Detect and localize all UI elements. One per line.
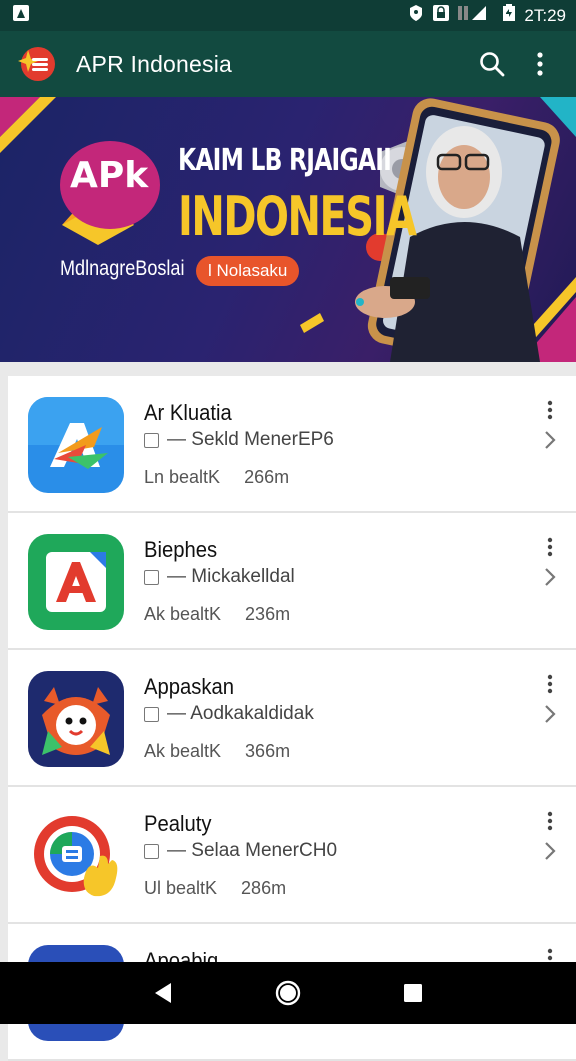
system-nav-bar (0, 962, 576, 1024)
home-circle-icon[interactable] (268, 973, 308, 1013)
status-bar: 2T:29 (0, 0, 576, 31)
fox-face-app-icon (28, 671, 124, 767)
app-list: Ar Kluatia — Sekld MenerEP6 Ln bealtK 266… (8, 376, 576, 1061)
more-vert-icon[interactable] (538, 398, 562, 422)
chevron-right-icon[interactable] (538, 428, 562, 452)
item-meta-label: Ul bealtK (144, 878, 217, 898)
app-store-a-icon (28, 397, 124, 493)
item-name: Ar Kluatia (144, 400, 232, 426)
item-subtitle-text: — Sekld MenerEP6 (167, 429, 334, 451)
list-item[interactable]: Biephes — Mickakelldal Ak bealtK 236m (8, 513, 576, 650)
item-size: 286m (241, 878, 286, 898)
more-vert-icon[interactable] (538, 809, 562, 833)
checkbox[interactable] (144, 707, 159, 722)
item-size: 366m (245, 741, 290, 761)
banner-pill[interactable]: l Nolasaku (196, 256, 299, 286)
notification-icon (12, 4, 30, 27)
flag-menu-logo-icon[interactable] (16, 44, 56, 84)
item-meta-label: Ak bealtK (144, 604, 221, 624)
banner-headline: KAIM LB RJAIGAII (178, 143, 391, 178)
item-meta: Ln bealtK 266m (144, 467, 289, 488)
more-vert-icon[interactable] (516, 40, 564, 88)
lock-icon (432, 4, 450, 27)
status-time: 2T:29 (524, 6, 566, 26)
recents-square-icon[interactable] (393, 973, 433, 1013)
app-bar: APR Indonesia (0, 31, 576, 97)
item-subtitle: — Sekld MenerEP6 (144, 429, 334, 451)
item-subtitle-text: — Aodkakaldidak (167, 703, 314, 725)
battery-icon (502, 4, 516, 27)
item-size: 236m (245, 604, 290, 624)
checkbox[interactable] (144, 570, 159, 585)
list-item[interactable]: Appaskan — Aodkakaldidak Ak bealtK 366m (8, 650, 576, 787)
item-subtitle-text: — Selaa MenerCH0 (167, 840, 337, 862)
item-size: 266m (244, 467, 289, 487)
back-triangle-icon[interactable] (143, 973, 183, 1013)
item-subtitle: — Selaa MenerCH0 (144, 840, 337, 862)
more-vert-icon[interactable] (538, 672, 562, 696)
chevron-right-icon[interactable] (538, 839, 562, 863)
banner-headline-country: INDONESIA (178, 185, 415, 248)
signal-icon (458, 4, 494, 27)
promo-banner[interactable]: APk KAIM LB RJAIGAII INDONESIA MdlnagreB… (0, 97, 576, 362)
item-subtitle-text: — Mickakelldal (167, 566, 295, 588)
list-item[interactable]: Ar Kluatia — Sekld MenerEP6 Ln bealtK 266… (8, 376, 576, 513)
ring-hand-app-icon (28, 808, 124, 904)
item-meta: Ak bealtK 236m (144, 604, 290, 625)
item-subtitle: — Mickakelldal (144, 566, 295, 588)
chevron-right-icon[interactable] (538, 565, 562, 589)
red-a-app-icon (28, 534, 124, 630)
chevron-right-icon[interactable] (538, 702, 562, 726)
item-name: Pealuty (144, 811, 212, 837)
app-title: APR Indonesia (76, 51, 468, 78)
item-name: Biephes (144, 537, 217, 563)
checkbox[interactable] (144, 433, 159, 448)
checkbox[interactable] (144, 844, 159, 859)
list-item[interactable]: Pealuty — Selaa MenerCH0 Ul bealtK 286m (8, 787, 576, 924)
apk-badge-text: APk (70, 155, 148, 196)
banner-subtitle: MdlnagreBoslai (60, 257, 184, 281)
item-meta: Ak bealtK 366m (144, 741, 290, 762)
item-meta-label: Ak bealtK (144, 741, 221, 761)
search-icon[interactable] (468, 40, 516, 88)
more-vert-icon[interactable] (538, 535, 562, 559)
item-name: Appaskan (144, 674, 234, 700)
item-meta: Ul bealtK 286m (144, 878, 286, 899)
item-meta-label: Ln bealtK (144, 467, 220, 487)
item-subtitle: — Aodkakaldidak (144, 703, 314, 725)
vpn-key-icon (408, 4, 424, 27)
